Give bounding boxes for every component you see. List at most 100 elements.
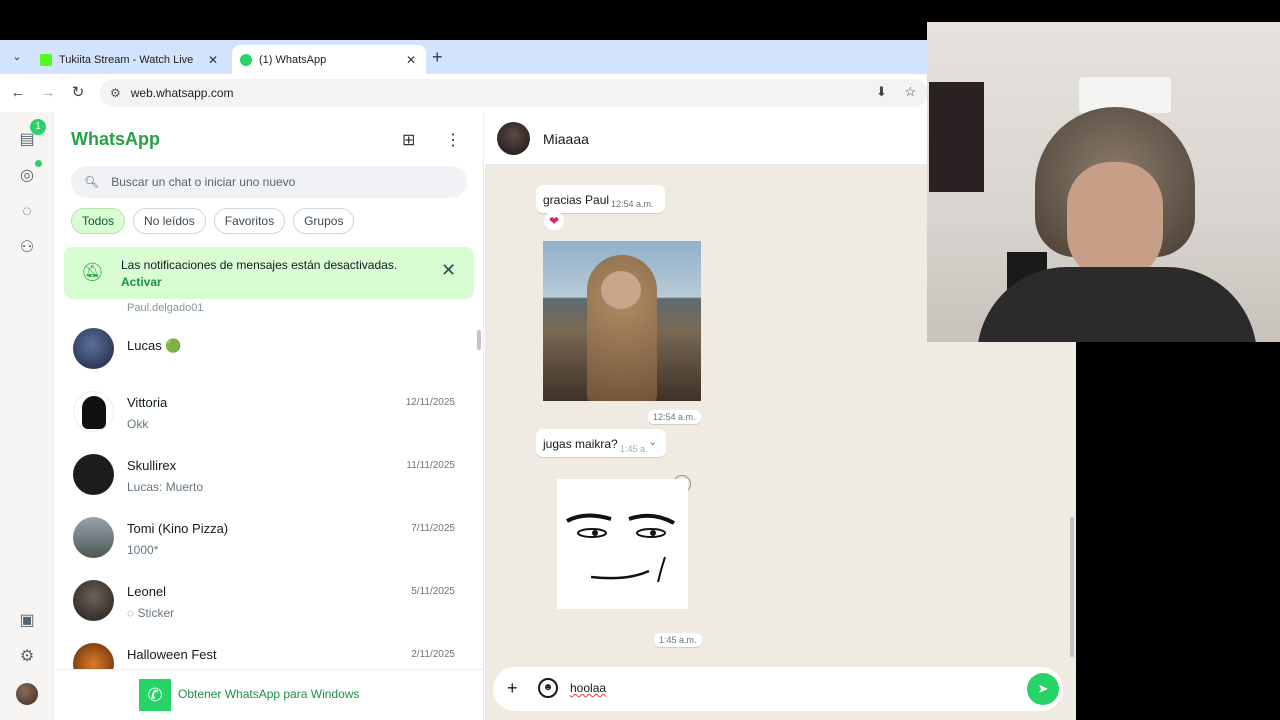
- message-bubble[interactable]: gracias Paul 12:54 a.m.: [536, 185, 665, 213]
- chat-name: Halloween Fest: [127, 647, 217, 662]
- chat-name: Leonel: [127, 584, 167, 599]
- list-item[interactable]: Skullirex Lucas: Muerto 11/11/2025: [55, 446, 475, 509]
- whatsapp-favicon-icon: [240, 53, 252, 66]
- list-item[interactable]: Lucas 🟢: [55, 320, 475, 383]
- message-text: jugas maikra?: [543, 437, 618, 451]
- tab-title: Tukiita Stream - Watch Live: [59, 53, 194, 66]
- nav-rail: ▤ 1 ◎ ◌ ⚇ ▣ ⚙: [0, 112, 54, 720]
- message-input[interactable]: hoolaa: [570, 681, 606, 695]
- list-item[interactable]: Tomi (Kino Pizza) 1000* 7/11/2025: [55, 509, 475, 572]
- status-icon[interactable]: ◎: [15, 164, 39, 188]
- new-chat-icon[interactable]: ⊞: [402, 130, 415, 150]
- reload-icon[interactable]: ↻: [68, 83, 88, 103]
- sticker-icon: ◌: [127, 606, 138, 620]
- tab-whatsapp[interactable]: (1) WhatsApp ✕: [232, 45, 426, 74]
- whatsapp-logo-icon: ✆: [139, 679, 171, 711]
- chat-name: Lucas 🟢: [127, 338, 182, 353]
- close-icon[interactable]: ✕: [441, 260, 456, 281]
- chat-time: 11/11/2025: [406, 460, 455, 471]
- activate-link[interactable]: Activar: [121, 275, 162, 289]
- list-item[interactable]: Leonel ◌ Sticker 5/11/2025: [55, 572, 475, 635]
- monkey-image[interactable]: [543, 241, 701, 401]
- avatar: [73, 580, 114, 621]
- tab-search-dropdown[interactable]: ⌄: [8, 48, 26, 66]
- url-text: web.whatsapp.com: [130, 86, 234, 100]
- new-tab-button[interactable]: +: [432, 48, 443, 66]
- status-dot: [35, 160, 42, 167]
- bookmark-star-icon[interactable]: ☆: [905, 84, 917, 99]
- forward-arrow-icon[interactable]: →: [38, 83, 58, 103]
- attach-plus-icon[interactable]: +: [507, 678, 518, 698]
- filter-todos[interactable]: Todos: [71, 208, 126, 234]
- avatar: [73, 517, 114, 558]
- chat-time: 12/11/2025: [405, 397, 455, 408]
- chat-time: 5/11/2025: [411, 586, 455, 597]
- app-title: WhatsApp: [71, 129, 160, 149]
- tab-strip: ⌄ Tukiita Stream - Watch Live ✕ (1) What…: [0, 40, 1076, 74]
- install-app-icon[interactable]: ⬇: [876, 84, 887, 99]
- chat-preview: Lucas: Muerto: [127, 480, 204, 494]
- chat-preview: Okk: [127, 417, 149, 431]
- filter-grupos[interactable]: Grupos: [293, 208, 355, 234]
- get-windows-banner[interactable]: ✆ Obtener WhatsApp para Windows: [55, 669, 483, 720]
- communities-icon[interactable]: ⚇: [15, 236, 39, 260]
- chat-name: Vittoria: [127, 395, 168, 410]
- filter-favoritos[interactable]: Favoritos: [213, 208, 286, 234]
- image-time: 12:54 a.m.: [648, 410, 701, 424]
- close-tab-icon[interactable]: ✕: [404, 53, 418, 67]
- kick-favicon-icon: [40, 53, 52, 66]
- message-bubble[interactable]: jugas maikra? 1:45 a. ⌄: [536, 429, 666, 457]
- chat-name: Skullirex: [127, 458, 177, 473]
- chat-preview: ◌ Sticker: [127, 606, 175, 620]
- menu-kebab-icon[interactable]: ⋮: [445, 130, 461, 150]
- heart-reaction[interactable]: ❤: [544, 212, 564, 230]
- whatsapp-app: ▤ 1 ◎ ◌ ⚇ ▣ ⚙ WhatsApp ⊞ ⋮ 🔍︎ Buscar un …: [0, 112, 1076, 720]
- toolbar: ← → ↻ ⚙ web.whatsapp.com ⬇ ☆: [0, 74, 1076, 112]
- search-icon: 🔍︎: [84, 175, 100, 189]
- chevron-down-icon[interactable]: ⌄: [648, 435, 657, 448]
- chat-sidebar: WhatsApp ⊞ ⋮ 🔍︎ Buscar un chat o iniciar…: [55, 112, 484, 720]
- channels-icon[interactable]: ◌: [15, 200, 39, 224]
- partial-chat-preview: Paul.delgado01: [127, 302, 204, 314]
- settings-gear-icon[interactable]: ⚙: [15, 645, 39, 669]
- sticker-time: 1:45 a.m.: [654, 633, 702, 647]
- webcam-overlay: [927, 22, 1280, 342]
- get-windows-link[interactable]: Obtener WhatsApp para Windows: [178, 687, 359, 701]
- message-composer: + ☻ hoolaa ➤: [493, 667, 1063, 711]
- search-placeholder: Buscar un chat o iniciar uno nuevo: [111, 175, 296, 189]
- back-arrow-icon[interactable]: ←: [8, 83, 28, 103]
- chat-list: Paul.delgado01 Lucas 🟢 Vittoria Okk 12/1…: [55, 302, 483, 669]
- conversation-scrollbar[interactable]: [1070, 517, 1074, 657]
- tab-tukiita[interactable]: Tukiita Stream - Watch Live ✕: [32, 45, 228, 74]
- sticker-image[interactable]: [557, 479, 688, 609]
- chat-name: Tomi (Kino Pizza): [127, 521, 229, 536]
- message-time: 12:54 a.m.: [611, 199, 654, 209]
- list-item[interactable]: Halloween Fest 2/11/2025: [55, 635, 475, 669]
- send-button[interactable]: ➤: [1027, 673, 1059, 705]
- contact-name[interactable]: Miaaaa: [543, 131, 589, 147]
- sticker-emoji-icon[interactable]: ☻: [538, 678, 558, 698]
- site-info-icon[interactable]: ⚙: [110, 86, 121, 100]
- profile-avatar[interactable]: [16, 683, 38, 705]
- filter-chips: Todos No leídos Favoritos Grupos: [71, 208, 355, 234]
- unread-badge: 1: [30, 119, 46, 135]
- notifications-banner: 🔕︎ Las notificaciones de mensajes están …: [64, 247, 474, 299]
- list-item[interactable]: Vittoria Okk 12/11/2025: [55, 383, 475, 446]
- banner-message: Las notificaciones de mensajes están des…: [121, 258, 398, 272]
- close-tab-icon[interactable]: ✕: [206, 53, 220, 67]
- contact-avatar[interactable]: [497, 122, 530, 155]
- bell-off-icon: 🔕︎: [81, 262, 104, 282]
- tab-title: (1) WhatsApp: [259, 53, 327, 66]
- address-bar[interactable]: ⚙ web.whatsapp.com: [100, 79, 928, 107]
- search-input[interactable]: 🔍︎ Buscar un chat o iniciar uno nuevo: [71, 166, 467, 198]
- chat-preview: 1000*: [127, 543, 159, 557]
- message-time: 1:45 a.: [620, 444, 648, 454]
- avatar: [73, 454, 114, 495]
- media-icon[interactable]: ▣: [15, 609, 39, 633]
- sidebar-scrollbar[interactable]: [477, 330, 481, 350]
- chat-time: 7/11/2025: [411, 523, 455, 534]
- browser-window: ⌄ Tukiita Stream - Watch Live ✕ (1) What…: [0, 40, 1076, 720]
- avatar: [73, 391, 114, 432]
- filter-no-leidos[interactable]: No leídos: [133, 208, 206, 234]
- avatar: [73, 643, 114, 669]
